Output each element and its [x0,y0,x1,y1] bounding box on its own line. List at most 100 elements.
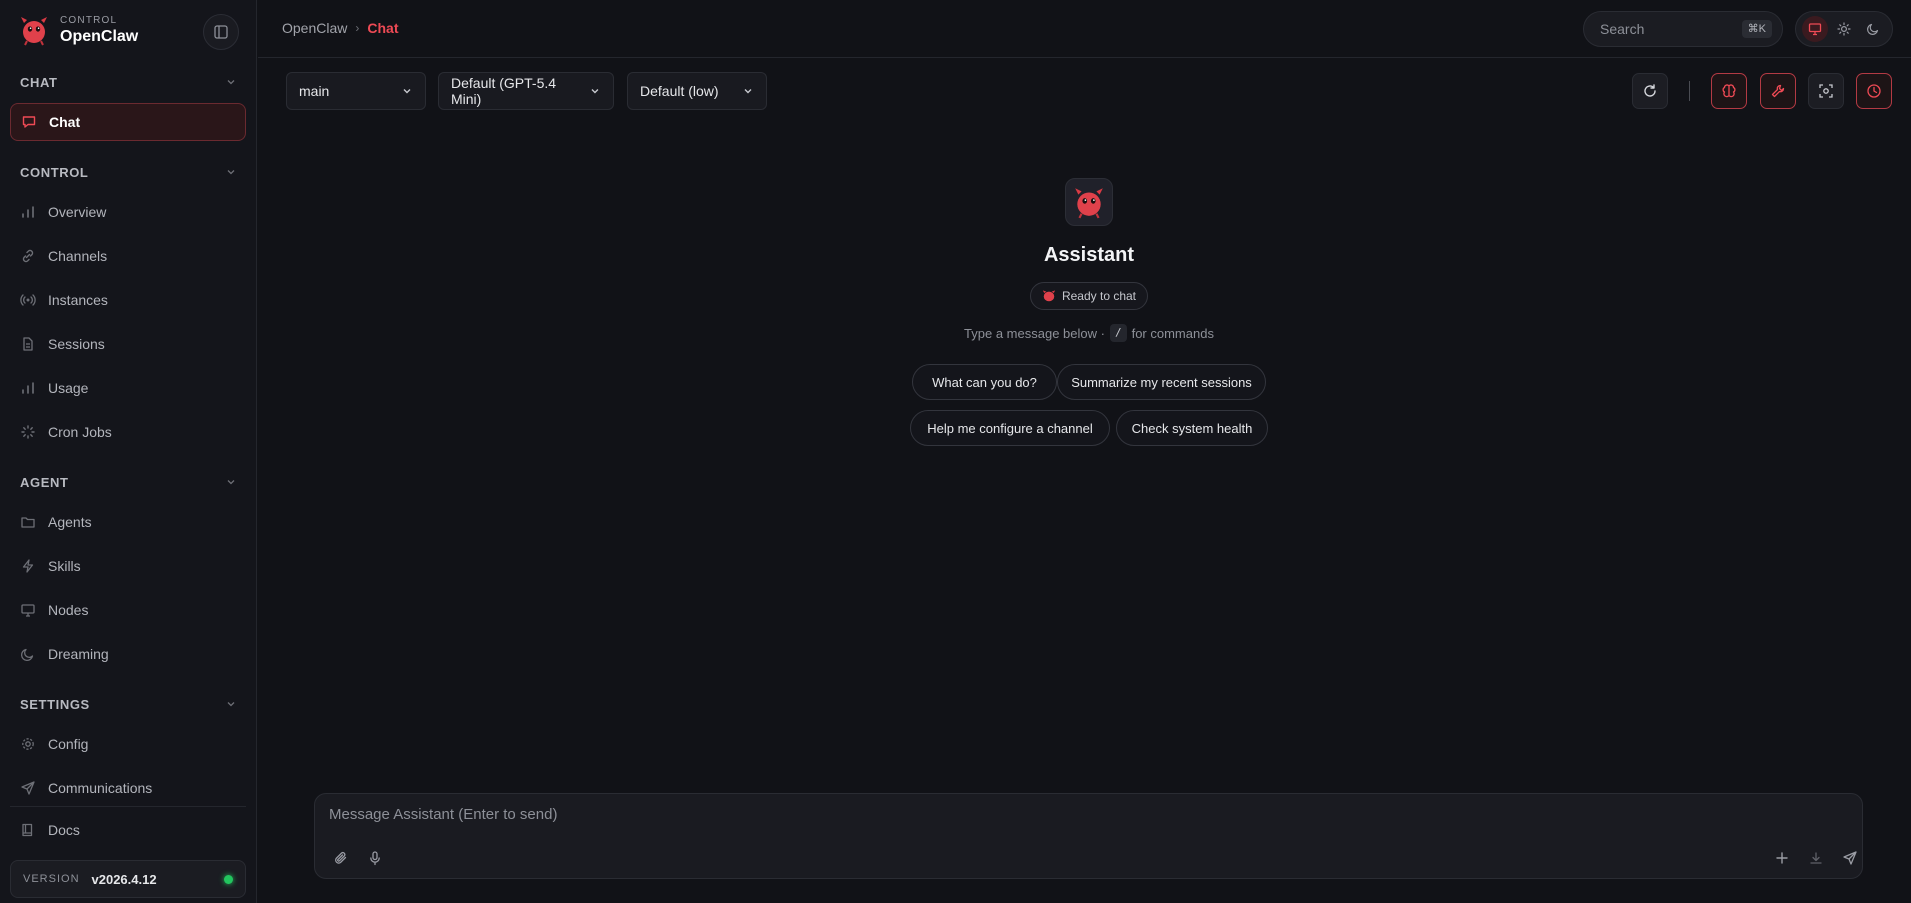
monitor-icon [1808,23,1821,36]
section-control[interactable]: CONTROL [20,163,236,181]
microphone-button[interactable] [363,846,387,870]
sidebar-item-label: Cron Jobs [48,424,112,440]
new-chat-button[interactable] [1770,846,1794,870]
thinking-select[interactable]: Default (low) [627,72,767,110]
chevron-down-icon [227,480,235,485]
sidebar-divider [10,806,246,807]
sidebar-item-usage[interactable]: Usage [10,369,246,407]
sidebar-item-channels[interactable]: Channels [10,237,246,275]
model-select[interactable]: Default (GPT-5.4 Mini) [438,72,614,110]
history-button[interactable] [1856,73,1892,109]
sidebar-item-communications[interactable]: Communications [10,769,246,807]
hint-text-after: for commands [1131,325,1214,341]
message-composer [314,793,1863,879]
status-dot [224,875,233,884]
chevron-down-icon [591,89,599,94]
sidebar-item-label: Agents [48,514,92,530]
sidebar-item-dreaming[interactable]: Dreaming [10,635,246,673]
hint-text-before: Type a message below · [964,325,1105,341]
sidebar-item-label: Communications [48,780,153,796]
sidebar-item-config[interactable]: Config [10,725,246,763]
attach-button[interactable] [329,846,353,870]
bar-chart-icon [22,382,34,394]
refresh-button[interactable] [1632,73,1668,109]
sidebar-item-agents[interactable]: Agents [10,503,246,541]
sidebar-item-overview[interactable]: Overview [10,193,246,231]
section-agent-label: AGENT [20,474,69,490]
send-button[interactable] [1838,846,1862,870]
focus-button[interactable] [1808,73,1844,109]
thinking-select-value: Default (low) [640,83,719,99]
breadcrumb-root[interactable]: OpenClaw [282,20,347,36]
model-select-value: Default (GPT-5.4 Mini) [451,75,557,107]
sidebar-item-label: Nodes [48,602,89,618]
breadcrumb-separator: › [355,21,360,35]
assistant-title: Assistant [1043,244,1135,266]
chat-bubble-icon [22,116,36,128]
chevron-down-icon [227,80,235,85]
focus-icon [1819,84,1833,98]
sidebar-item-label: Usage [48,380,89,396]
version-box: VERSION v2026.4.12 [10,860,246,898]
brand-name: OpenClaw [60,27,139,45]
theme-system-button[interactable] [1801,16,1828,42]
section-chat[interactable]: CHAT [20,73,236,91]
download-icon [1810,852,1822,864]
status-badge-label: Ready to chat [1061,289,1137,303]
wrench-icon [1771,84,1785,98]
breadcrumb: OpenClaw › Chat [282,20,399,36]
sidebar-item-label: Skills [48,558,81,574]
status-badge: Ready to chat [1030,282,1148,310]
suggestion-chip[interactable]: What can you do? [912,364,1057,400]
section-control-label: CONTROL [20,164,89,180]
brand[interactable]: CONTROL OpenClaw [18,14,138,46]
sidebar: CONTROL OpenClaw CHAT Chat CONTROL Overv… [0,0,257,903]
chevron-down-icon [744,89,752,94]
sun-icon [1837,22,1851,36]
sidebar-item-nodes[interactable]: Nodes [10,591,246,629]
version-value: v2026.4.12 [91,871,157,887]
chevron-down-icon [227,702,235,707]
lightning-icon [22,559,34,573]
section-agent[interactable]: AGENT [20,473,236,491]
suggestion-chip[interactable]: Help me configure a channel [910,410,1110,446]
brain-button[interactable] [1711,73,1747,109]
search-label: Search [1600,21,1645,37]
sidebar-item-instances[interactable]: Instances [10,281,246,319]
suggestion-chip[interactable]: Check system health [1116,410,1268,446]
download-button[interactable] [1804,846,1828,870]
tools-button[interactable] [1760,73,1796,109]
search-input[interactable]: Search ⌘K [1583,11,1783,47]
commands-hint: Type a message below · / for commands [789,323,1389,343]
theme-light-button[interactable] [1831,16,1857,42]
theme-dark-button[interactable] [1860,16,1886,42]
paperclip-icon [335,851,347,864]
sidebar-item-docs[interactable]: Docs [10,811,246,849]
send-icon [21,781,35,795]
sidebar-item-cron-jobs[interactable]: Cron Jobs [10,413,246,451]
assistant-avatar [1065,178,1113,226]
monitor-icon [21,604,35,617]
version-label: VERSION [23,873,80,885]
collapse-sidebar-button[interactable] [203,14,239,50]
slash-key: / [1109,324,1127,342]
sidebar-item-chat[interactable]: Chat [10,103,246,141]
sidebar-item-label: Overview [48,204,107,220]
broadcast-icon [20,294,36,306]
document-icon [23,337,33,351]
sidebar-item-label: Channels [48,248,108,264]
refresh-icon [1644,84,1656,97]
message-input[interactable] [329,806,1829,830]
sidebar-item-skills[interactable]: Skills [10,547,246,585]
sidebar-item-sessions[interactable]: Sessions [10,325,246,363]
sidebar-item-label: Instances [48,292,108,308]
lobster-logo-icon [1075,188,1103,219]
moon-icon [1867,23,1879,35]
microphone-icon [370,851,380,866]
section-settings[interactable]: SETTINGS [20,695,236,713]
session-select[interactable]: main [286,72,426,110]
session-select-value: main [299,83,330,99]
sidebar-item-label: Dreaming [48,646,109,662]
suggestion-chip[interactable]: Summarize my recent sessions [1057,364,1266,400]
sidebar-item-label: Config [48,736,89,752]
